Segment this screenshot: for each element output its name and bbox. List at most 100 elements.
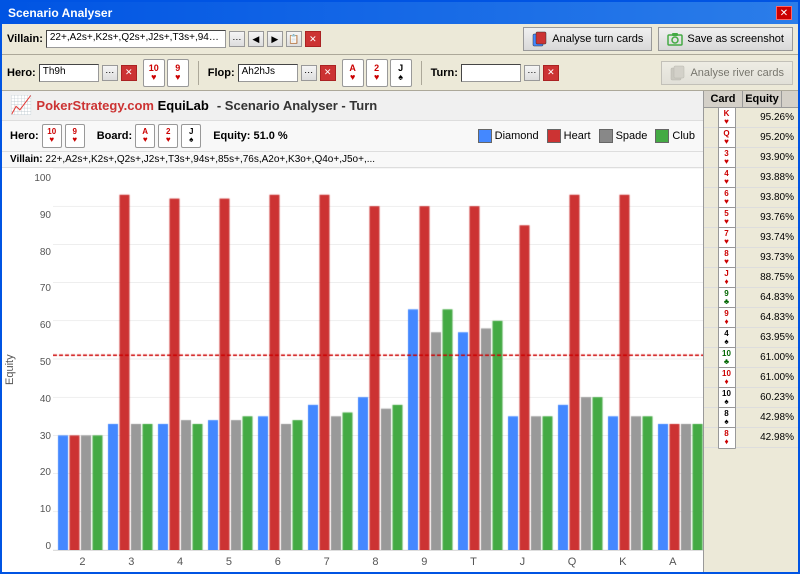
action-buttons: Analyse turn cards Save as screenshot [523, 27, 793, 51]
bar-canvas [53, 168, 703, 550]
flop-clear-btn[interactable]: ✕ [320, 65, 336, 81]
x-label-8: 8 [372, 556, 378, 568]
hero-hand-input[interactable]: Th9h [39, 64, 99, 82]
equity-cell: 93.73% [749, 252, 798, 263]
legend-spade: Spade [599, 129, 648, 143]
logo-text: PokerStrategy.com EquiLab [36, 98, 208, 113]
x-label-3: 3 [128, 556, 134, 568]
x-label-J: J [520, 556, 526, 568]
x-label-Q: Q [568, 556, 577, 568]
flop-cards-display: A♥ 2♥ J♠ [342, 59, 412, 87]
heart-color-box [547, 129, 561, 143]
equity-cell: 95.20% [749, 132, 798, 143]
flop-card-1: A♥ [342, 59, 364, 87]
chart-with-axes: Equity 100 90 80 70 60 50 40 30 20 10 0 [2, 168, 703, 572]
equity-cell: 93.90% [749, 152, 798, 163]
villain-range-bar: Villain: 22+,A2s+,K2s+,Q2s+,J2s+,T3s+,94… [2, 152, 703, 168]
main-window: Scenario Analyser ✕ Villain: 22+,A2s+,K2… [0, 0, 800, 574]
x-label-6: 6 [275, 556, 281, 568]
x-label-2: 2 [79, 556, 85, 568]
equity-cell: 42.98% [749, 412, 798, 423]
chart-plot-area [53, 168, 703, 550]
equity-column-header: Equity [743, 91, 782, 107]
hero-group: Hero: Th9h ⋯ ✕ [7, 64, 137, 82]
toolbar-row2: Hero: Th9h ⋯ ✕ 10♥ 9♥ Flop: Ah2hJs ⋯ ✕ A… [2, 55, 798, 91]
villain-clear-btn[interactable]: ✕ [305, 31, 321, 47]
villain-edit-btn[interactable]: ⋯ [229, 31, 245, 47]
save-screenshot-label: Save as screenshot [687, 33, 784, 45]
hero-card-1: 10♥ [143, 59, 165, 87]
equity-cell: 63.95% [749, 332, 798, 343]
card-cell: 8 ♦ [704, 426, 749, 450]
turn-cards-input[interactable] [461, 64, 521, 82]
hero-info-label: Hero: [10, 130, 39, 142]
window-title: Scenario Analyser [8, 6, 112, 20]
turn-edit-btn[interactable]: ⋯ [524, 65, 540, 81]
y-axis-label: Equity [2, 168, 18, 572]
analyse-river-label: Analyse river cards [690, 67, 784, 79]
flop-label: Flop: [208, 67, 235, 79]
hero-info: Hero: 10♥ 9♥ [10, 124, 85, 148]
analyse-turn-button[interactable]: Analyse turn cards [523, 27, 652, 51]
club-color-box [655, 129, 669, 143]
equity-cell: 64.83% [749, 312, 798, 323]
table-row: 8 ♦ 42.98% [704, 428, 798, 448]
chart-header: 📈 PokerStrategy.com EquiLab - Scenario A… [2, 91, 703, 121]
board-info-card3: J♠ [181, 124, 201, 148]
villain-range-input[interactable]: 22+,A2s+,K2s+,Q2s+,J2s+,T3s+,94s+,85s+,7… [46, 30, 226, 48]
analyse-river-group: Analyse river cards [661, 61, 793, 85]
chart-title: - Scenario Analyser - Turn [217, 98, 377, 113]
equity-cell: 42.98% [749, 432, 798, 443]
x-label-T: T [470, 556, 477, 568]
villain-label: Villain: [7, 33, 43, 45]
equity-cell: 88.75% [749, 272, 798, 283]
turn-clear-btn[interactable]: ✕ [543, 65, 559, 81]
equity-cell: 95.26% [749, 112, 798, 123]
villain-range-chart: 22+,A2s+,K2s+,Q2s+,J2s+,T3s+,94s+,85s+,7… [45, 154, 375, 165]
legend-diamond: Diamond [478, 129, 539, 143]
save-screenshot-button[interactable]: Save as screenshot [658, 27, 793, 51]
title-bar: Scenario Analyser ✕ [2, 2, 798, 24]
right-panel-header: Card Equity [704, 91, 798, 108]
villain-prev-btn[interactable]: ◀ [248, 31, 264, 47]
hero-edit-btn[interactable]: ⋯ [102, 65, 118, 81]
equity-cell: 93.74% [749, 232, 798, 243]
y-axis: 100 90 80 70 60 50 40 30 20 10 0 [18, 168, 53, 572]
board-info-card1: A♥ [135, 124, 155, 148]
hero-clear-btn[interactable]: ✕ [121, 65, 137, 81]
flop-group: Flop: Ah2hJs ⋯ ✕ [208, 64, 336, 82]
villain-label-chart: Villain: [10, 154, 45, 165]
chart-info-bar: Hero: 10♥ 9♥ Board: A♥ 2♥ J♠ Equity: 51.… [2, 121, 703, 152]
right-panel: Card Equity K ♥ 95.26% Q ♥ [703, 91, 798, 572]
flop-edit-btn[interactable]: ⋯ [301, 65, 317, 81]
mini-card: 8 ♦ [718, 427, 736, 449]
chart-legend: Diamond Heart Spade Club [478, 129, 695, 143]
hero-label: Hero: [7, 67, 36, 79]
equity-cell: 93.88% [749, 172, 798, 183]
diamond-color-box [478, 129, 492, 143]
equity-cell: 61.00% [749, 372, 798, 383]
equity-info-label: Equity: [213, 130, 250, 142]
villain-group: Villain: 22+,A2s+,K2s+,Q2s+,J2s+,T3s+,94… [7, 30, 321, 48]
villain-next-btn[interactable]: ▶ [267, 31, 283, 47]
equity-cell: 60.23% [749, 392, 798, 403]
equity-cell: 61.00% [749, 352, 798, 363]
cards-icon-grey [670, 65, 686, 81]
flop-card-3: J♠ [390, 59, 412, 87]
right-panel-rows[interactable]: K ♥ 95.26% Q ♥ 95.20% 3 ♥ 93.90% [704, 108, 798, 572]
x-label-A: A [669, 556, 676, 568]
flop-cards-input[interactable]: Ah2hJs [238, 64, 298, 82]
board-info: Board: A♥ 2♥ J♠ [97, 124, 201, 148]
analyse-turn-label: Analyse turn cards [552, 33, 643, 45]
separator-2 [421, 61, 422, 85]
diamond-label: Diamond [495, 130, 539, 142]
villain-copy-btn[interactable]: 📋 [286, 31, 302, 47]
x-label-4: 4 [177, 556, 183, 568]
close-button[interactable]: ✕ [776, 6, 792, 20]
club-label: Club [672, 130, 695, 142]
board-info-card2: 2♥ [158, 124, 178, 148]
equity-cell: 93.76% [749, 212, 798, 223]
x-label-5: 5 [226, 556, 232, 568]
analyse-river-button[interactable]: Analyse river cards [661, 61, 793, 85]
chart-svg-wrapper: 2 3 4 5 6 7 8 9 T J Q K A [53, 168, 703, 572]
